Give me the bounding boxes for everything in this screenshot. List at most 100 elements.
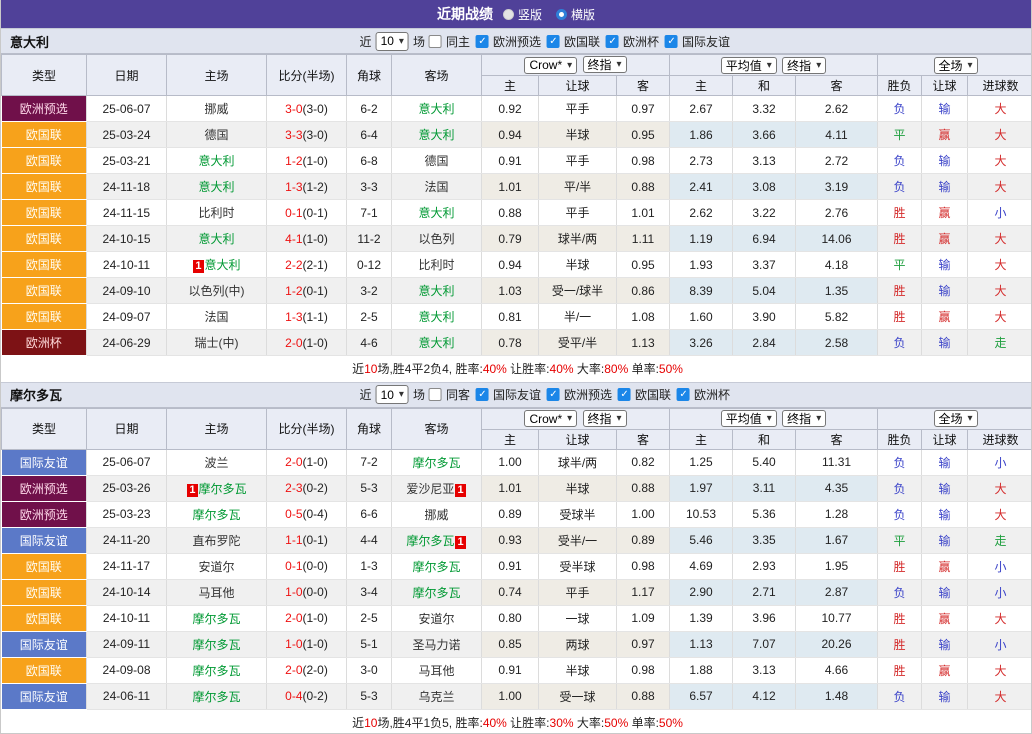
avg-source-select[interactable]: 平均值▾ (721, 410, 777, 427)
competition-badge[interactable]: 欧洲预选 (2, 475, 87, 501)
home-team-name[interactable]: 意大利 (198, 154, 234, 168)
scope-select[interactable]: 全场▾ (934, 57, 978, 74)
away-team-name[interactable]: 意大利 (418, 310, 454, 324)
competition-badge[interactable]: 欧国联 (2, 200, 87, 226)
home-team-name[interactable]: 摩尔多瓦 (192, 664, 240, 678)
away-team-name[interactable]: 爱沙尼亚 (406, 482, 454, 496)
competition-badge[interactable]: 欧国联 (2, 579, 87, 605)
same-venue-checkbox[interactable] (429, 35, 442, 48)
avg-draw-odds: 3.08 (733, 174, 796, 200)
competition-badge[interactable]: 欧国联 (2, 174, 87, 200)
away-team-name[interactable]: 意大利 (418, 284, 454, 298)
competition-checkbox[interactable]: ✓ (547, 35, 560, 48)
away-team-name[interactable]: 意大利 (418, 128, 454, 142)
home-team-name[interactable]: 摩尔多瓦 (192, 638, 240, 652)
away-team-name[interactable]: 意大利 (418, 102, 454, 116)
competition-badge[interactable]: 国际友谊 (2, 683, 87, 709)
avg-source-select[interactable]: 平均值▾ (721, 57, 777, 74)
home-team-name[interactable]: 法国 (204, 310, 228, 324)
home-team-name[interactable]: 意大利 (198, 180, 234, 194)
competition-checkbox[interactable]: ✓ (677, 388, 690, 401)
home-team-cell: 摩尔多瓦 (167, 501, 267, 527)
avg-time-select[interactable]: 终指▾ (782, 410, 826, 427)
competition-badge[interactable]: 国际友谊 (2, 449, 87, 475)
halftime-score: (1-0) (303, 232, 328, 246)
away-team-name[interactable]: 德国 (424, 154, 448, 168)
odds-source-select[interactable]: Crow*▾ (524, 57, 577, 74)
home-team-name[interactable]: 马耳他 (198, 586, 234, 600)
vertical-layout-radio[interactable]: 竖版 (503, 6, 542, 23)
corner-count: 4-6 (347, 330, 392, 356)
competition-badge[interactable]: 欧国联 (2, 304, 87, 330)
competition-badge[interactable]: 欧国联 (2, 278, 87, 304)
competition-badge[interactable]: 国际友谊 (2, 527, 87, 553)
competition-badge[interactable]: 欧国联 (2, 252, 87, 278)
away-team-name[interactable]: 法国 (424, 180, 448, 194)
home-team-name[interactable]: 摩尔多瓦 (192, 612, 240, 626)
home-team-name[interactable]: 德国 (204, 128, 228, 142)
competition-checkbox[interactable]: ✓ (476, 388, 489, 401)
recent-count-select[interactable]: 10▾ (376, 32, 409, 51)
competition-badge[interactable]: 欧国联 (2, 553, 87, 579)
competition-badge[interactable]: 欧洲预选 (2, 96, 87, 122)
away-team-name[interactable]: 意大利 (418, 206, 454, 220)
competition-badge[interactable]: 欧国联 (2, 122, 87, 148)
handicap-result: 赢 (922, 200, 968, 226)
home-team-cell: 意大利 (167, 226, 267, 252)
away-team-cell: 法国 (392, 174, 482, 200)
away-team-name[interactable]: 摩尔多瓦 (412, 586, 460, 600)
competition-checkbox[interactable]: ✓ (665, 35, 678, 48)
avg-home-odds: 1.39 (670, 605, 733, 631)
scope-select[interactable]: 全场▾ (934, 410, 978, 427)
away-team-name[interactable]: 马耳他 (418, 664, 454, 678)
away-team-name[interactable]: 摩尔多瓦 (412, 560, 460, 574)
competition-badge[interactable]: 欧国联 (2, 605, 87, 631)
match-date: 25-03-23 (87, 501, 167, 527)
home-team-name[interactable]: 比利时 (198, 206, 234, 220)
away-team-name[interactable]: 意大利 (418, 336, 454, 350)
competition-badge[interactable]: 欧国联 (2, 657, 87, 683)
odds-time-select[interactable]: 终指▾ (583, 410, 627, 427)
same-venue-checkbox[interactable] (429, 388, 442, 401)
recent-count-select[interactable]: 10▾ (376, 385, 409, 404)
home-team-name[interactable]: 摩尔多瓦 (199, 482, 247, 496)
away-team-name[interactable]: 安道尔 (418, 612, 454, 626)
away-team-name[interactable]: 以色列 (418, 232, 454, 246)
away-team-name[interactable]: 比利时 (418, 258, 454, 272)
competition-badge[interactable]: 欧国联 (2, 226, 87, 252)
competition-badge[interactable]: 欧洲杯 (2, 330, 87, 356)
home-team-name[interactable]: 意大利 (198, 232, 234, 246)
competition-badge[interactable]: 欧洲预选 (2, 501, 87, 527)
competition-badge[interactable]: 国际友谊 (2, 631, 87, 657)
competition-checkbox[interactable]: ✓ (618, 388, 631, 401)
handicap-line: 受球半 (539, 501, 617, 527)
competition-checkbox[interactable]: ✓ (476, 35, 489, 48)
home-team-name[interactable]: 以色列(中) (189, 284, 245, 298)
corner-count: 11-2 (347, 226, 392, 252)
home-team-name[interactable]: 摩尔多瓦 (192, 690, 240, 704)
home-team-name[interactable]: 波兰 (204, 456, 228, 470)
table-header: 类型 日期 主场 比分(半场) 角球 客场 Crow*▾ 终指▾ 平均值▾ 终指… (2, 408, 1032, 449)
away-team-name[interactable]: 圣马力诺 (412, 638, 460, 652)
summary-part: 40% (483, 716, 507, 730)
home-team-name[interactable]: 瑞士(中) (195, 336, 239, 350)
avg-time-select[interactable]: 终指▾ (782, 57, 826, 74)
away-team-name[interactable]: 摩尔多瓦 (412, 456, 460, 470)
home-team-name[interactable]: 安道尔 (198, 560, 234, 574)
away-team-name[interactable]: 乌克兰 (418, 690, 454, 704)
match-rows: 国际友谊25-06-07波兰2-0(1-0)7-2摩尔多瓦1.00球半/两0.8… (2, 449, 1032, 709)
competition-checkbox[interactable]: ✓ (606, 35, 619, 48)
fulltime-score: 1-2 (285, 154, 302, 168)
away-team-name[interactable]: 摩尔多瓦 (406, 534, 454, 548)
odds-time-select[interactable]: 终指▾ (583, 56, 627, 73)
home-team-name[interactable]: 意大利 (205, 258, 241, 272)
odds-source-select[interactable]: Crow*▾ (524, 410, 577, 427)
competition-badge[interactable]: 欧国联 (2, 148, 87, 174)
summary-row: 近10场,胜4平2负4, 胜率:40% 让胜率:40% 大率:80% 单率:50… (2, 356, 1032, 382)
away-team-name[interactable]: 挪威 (424, 508, 448, 522)
competition-checkbox[interactable]: ✓ (547, 388, 560, 401)
home-team-name[interactable]: 直布罗陀 (192, 534, 240, 548)
home-team-name[interactable]: 摩尔多瓦 (192, 508, 240, 522)
home-team-name[interactable]: 挪威 (204, 102, 228, 116)
horizontal-layout-radio[interactable]: 横版 (556, 6, 595, 23)
